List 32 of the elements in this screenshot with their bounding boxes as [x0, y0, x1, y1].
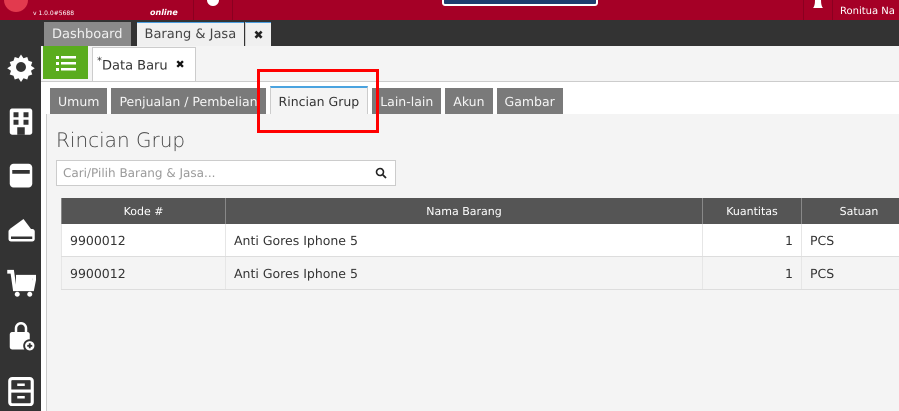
table-cell: Anti Gores Iphone 5 [226, 224, 702, 256]
document-tab-label: $^{*}$Data Baru [97, 56, 168, 74]
list-icon [56, 54, 76, 70]
form-tab[interactable]: Penjualan / Pembelian [111, 88, 266, 114]
form-tab[interactable]: Lain-lain [372, 88, 442, 114]
cart-icon[interactable] [6, 268, 36, 298]
section-title: Rincian Grup [56, 128, 186, 152]
module-tab[interactable]: Barang & Jasa [136, 22, 244, 46]
table-cell: PCS [802, 256, 899, 290]
table-cell: Anti Gores Iphone 5 [226, 256, 702, 290]
gear-icon[interactable] [6, 52, 36, 82]
form-tab[interactable]: Akun [445, 88, 493, 114]
cabinet-icon[interactable] [6, 376, 36, 406]
table-cell: 1 [702, 224, 802, 256]
close-tab-button[interactable]: ✖ [245, 22, 272, 46]
user-name[interactable]: Ronitua Na [840, 6, 895, 17]
column-header[interactable]: Kuantitas [702, 198, 802, 224]
search-field[interactable]: Cari/Pilih Barang & Jasa... [56, 160, 396, 186]
table-cell: 9900012 [62, 256, 226, 290]
form-tab[interactable]: Rincian Grup [270, 86, 368, 114]
form-tab[interactable]: Umum [50, 88, 108, 114]
search-icon[interactable] [375, 167, 387, 179]
column-header[interactable]: Kode # [62, 198, 226, 224]
column-header[interactable]: Nama Barang [226, 198, 702, 224]
table-cell: PCS [802, 224, 899, 256]
table-cell: 1 [702, 256, 802, 290]
table-cell: 9900012 [62, 224, 226, 256]
document-tab[interactable]: $^{*}$Data Baru ✖ [92, 47, 196, 81]
form-tab[interactable]: Gambar [496, 88, 563, 114]
edition-label: online [150, 8, 178, 17]
column-header[interactable]: Satuan [802, 198, 899, 224]
list-menu-button[interactable] [43, 46, 88, 79]
